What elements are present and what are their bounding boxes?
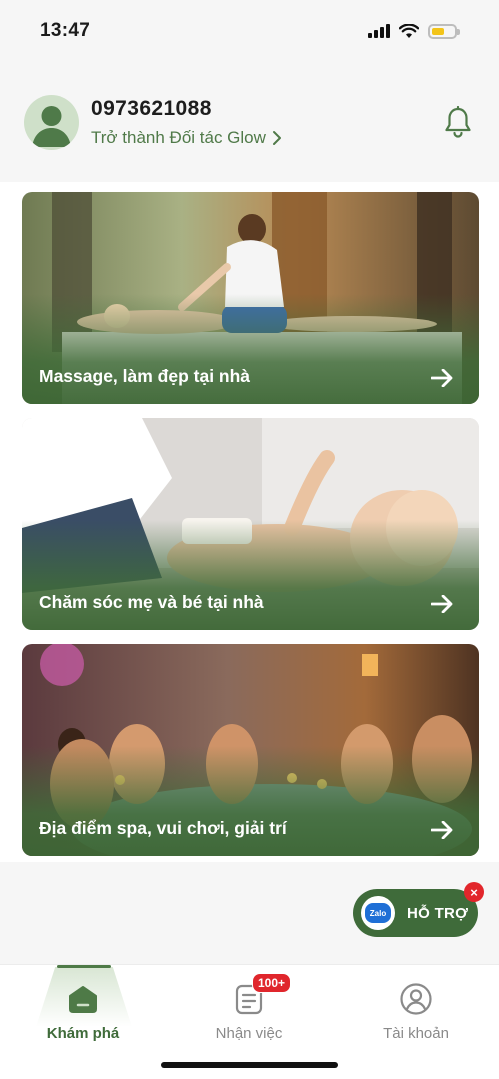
arrow-right-icon: [431, 369, 453, 387]
profile-info: 0973621088 Trở thành Đối tác Glow: [91, 97, 441, 148]
profile-header: 0973621088 Trở thành Đối tác Glow: [0, 62, 499, 182]
become-partner-label: Trở thành Đối tác Glow: [91, 127, 266, 147]
status-bar: 13:47: [0, 0, 499, 62]
wifi-icon: [399, 23, 419, 38]
account-circle-icon: [398, 981, 434, 1017]
home-indicator: [161, 1062, 338, 1068]
card-label: Địa điểm spa, vui chơi, giải trí: [39, 818, 287, 838]
support-label: HỖ TRỢ: [407, 904, 469, 922]
active-tab-indicator: [57, 965, 111, 968]
tab-label: Nhận việc: [215, 1025, 283, 1042]
jobs-badge: 100+: [252, 973, 292, 993]
zalo-text: Zalo: [365, 903, 391, 923]
tab-jobs[interactable]: 100+ Nhận việc: [166, 965, 332, 1045]
card-overlay: [22, 520, 479, 630]
clipboard-icon: 100+: [231, 973, 292, 1017]
card-label: Massage, làm đẹp tại nhà: [39, 366, 251, 386]
card-label: Chăm sóc mẹ và bé tại nhà: [39, 592, 264, 612]
arrow-right-icon: [431, 595, 453, 613]
notification-button[interactable]: [441, 105, 475, 139]
become-partner-link[interactable]: Trở thành Đối tác Glow: [91, 128, 441, 148]
card-overlay: [22, 294, 479, 404]
massage-category-card[interactable]: Massage, làm đẹp tại nhà: [22, 192, 479, 404]
tab-label: Khám phá: [46, 1025, 120, 1042]
tab-account[interactable]: Tài khoản: [333, 965, 499, 1045]
category-list: Massage, làm đẹp tại nhà Chăm sóc mẹ và …: [0, 182, 499, 862]
zalo-icon: Zalo: [361, 896, 395, 930]
user-avatar-icon[interactable]: [24, 94, 79, 150]
support-button[interactable]: Zalo HỖ TRỢ ×: [353, 882, 484, 937]
phone-number: 0973621088: [91, 96, 212, 120]
home-icon: [65, 981, 101, 1017]
tab-label: Tài khoản: [383, 1025, 449, 1042]
signal-icon: [368, 24, 390, 38]
close-icon[interactable]: ×: [464, 882, 484, 902]
card-overlay: [22, 746, 479, 856]
status-time: 13:47: [40, 20, 91, 41]
chevron-right-icon: [272, 130, 281, 145]
battery-icon: [428, 23, 460, 39]
spa-venue-category-card[interactable]: Địa điểm spa, vui chơi, giải trí: [22, 644, 479, 856]
bell-icon: [445, 106, 471, 138]
status-icons: [368, 23, 460, 39]
arrow-right-icon: [431, 821, 453, 839]
tab-explore[interactable]: Khám phá: [0, 965, 166, 1045]
mother-baby-category-card[interactable]: Chăm sóc mẹ và bé tại nhà: [22, 418, 479, 630]
